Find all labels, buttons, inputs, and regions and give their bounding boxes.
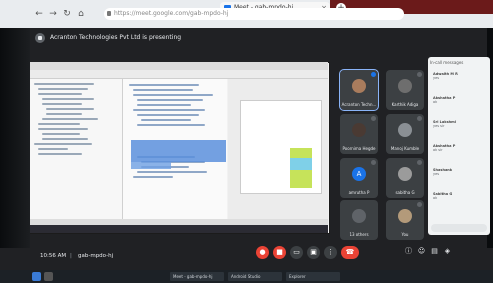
mic-toggle-button[interactable]: ● xyxy=(256,246,269,259)
shared-screen-taskbar xyxy=(30,225,328,233)
others-count: 13 others xyxy=(349,232,369,237)
participant-tile[interactable]: sabitha G xyxy=(386,158,424,198)
chat-message: Adwaith M R yes xyxy=(433,72,485,80)
ide-menu-bar xyxy=(30,62,328,70)
chat-message: Akshatha P ok xyxy=(433,96,485,104)
mic-off-icon xyxy=(417,116,422,121)
search-icon[interactable] xyxy=(44,272,53,281)
avatar xyxy=(398,79,412,93)
chat-text: ok sir xyxy=(433,148,443,152)
avatar xyxy=(398,123,412,137)
participant-name: You xyxy=(401,232,409,237)
avatar xyxy=(398,167,412,181)
layout-preview-widget xyxy=(290,158,312,170)
meeting-code: gab-mpdo-hj xyxy=(78,253,114,259)
mic-off-icon xyxy=(417,160,422,165)
mic-off-icon xyxy=(417,202,422,207)
people-icon[interactable]: ☺ xyxy=(417,247,426,256)
speaking-indicator-icon xyxy=(371,72,376,77)
presenting-banner: Acranton Technologies Pvt Ltd is present… xyxy=(50,34,182,41)
present-icon: ▣ xyxy=(310,248,317,256)
others-tile[interactable]: 13 others xyxy=(340,200,378,240)
mic-off-icon: ● xyxy=(259,248,266,256)
mic-off-icon xyxy=(371,160,376,165)
chat-header: In-call messages xyxy=(430,60,464,65)
participant-name: Acranton Techn... xyxy=(341,102,377,107)
participant-name: sabitha G xyxy=(395,190,415,195)
meeting-time: 10:56 AM xyxy=(40,253,67,259)
avatar xyxy=(352,123,366,137)
monitor-bezel-left xyxy=(0,28,30,272)
self-tile[interactable]: You xyxy=(386,200,424,240)
chat-text: yes sir xyxy=(433,124,445,128)
lock-icon xyxy=(107,11,111,16)
participant-name: amrutha P xyxy=(348,190,370,195)
reload-icon[interactable]: ↻ xyxy=(62,9,72,19)
more-options-icon: ⋮ xyxy=(327,248,334,256)
participant-name: Poornima Hegde xyxy=(342,146,376,151)
participant-tile[interactable]: Poornima Hegde xyxy=(340,114,378,154)
avatar: A xyxy=(352,167,366,181)
chat-input[interactable] xyxy=(431,224,487,232)
camera-toggle-button[interactable]: ■ xyxy=(273,246,286,259)
avatar xyxy=(398,209,412,223)
participant-tile[interactable]: Acranton Techn... xyxy=(339,69,379,111)
chat-text: yes xyxy=(433,76,440,80)
participant-name: Manoj Kumble xyxy=(390,146,420,151)
participant-name: Karthik Adiga xyxy=(391,102,419,107)
end-call-button[interactable]: ☎ xyxy=(341,246,359,259)
participant-tile[interactable]: Karthik Adiga xyxy=(386,70,424,110)
end-call-icon: ☎ xyxy=(345,248,355,256)
chat-text: ok xyxy=(433,100,438,104)
back-arrow-icon[interactable]: ← xyxy=(34,9,44,19)
chat-message: Sri Lakshmi yes sir xyxy=(433,120,485,128)
chat-message: Akshatha P ok sir xyxy=(433,144,485,152)
presenter-icon xyxy=(35,33,45,43)
forward-arrow-icon[interactable]: → xyxy=(48,9,58,19)
time-code-separator: | xyxy=(70,253,72,259)
ide-toolbar xyxy=(30,70,328,79)
participant-tile[interactable]: Manoj Kumble xyxy=(386,114,424,154)
avatar xyxy=(352,209,366,223)
start-icon[interactable] xyxy=(32,272,41,281)
chat-message: Shashank yes xyxy=(433,168,485,176)
more-options-button[interactable]: ⋮ xyxy=(324,246,337,259)
address-bar[interactable]: https://meet.google.com/gab-mpdo-hj xyxy=(104,8,404,20)
avatar xyxy=(352,79,366,93)
chat-text: yes xyxy=(433,172,440,176)
chat-text: ok xyxy=(433,196,438,200)
chat-message: Sabitha G ok xyxy=(433,192,485,200)
present-button[interactable]: ▣ xyxy=(307,246,320,259)
info-icon[interactable]: ⓘ xyxy=(404,247,413,256)
taskbar-app[interactable]: Android Studio xyxy=(228,272,282,281)
address-bar-url: https://meet.google.com/gab-mpdo-hj xyxy=(114,10,229,17)
code-selection-highlight xyxy=(131,162,171,169)
activities-icon[interactable]: ◈ xyxy=(443,247,452,256)
camera-off-icon: ■ xyxy=(276,248,283,256)
chat-icon[interactable]: ▤ xyxy=(430,247,439,256)
taskbar-app[interactable]: Meet - gab-mpdo-hj xyxy=(170,272,224,281)
mic-off-icon xyxy=(417,72,422,77)
home-icon[interactable]: ⌂ xyxy=(76,9,86,19)
captions-button[interactable]: ▭ xyxy=(290,246,303,259)
participant-tile[interactable]: A amrutha P xyxy=(340,158,378,198)
code-selection-highlight xyxy=(131,140,226,162)
captions-icon: ▭ xyxy=(293,248,300,256)
taskbar-app[interactable]: Explorer xyxy=(286,272,340,281)
mic-off-icon xyxy=(371,116,376,121)
ide-project-tree xyxy=(30,79,123,219)
